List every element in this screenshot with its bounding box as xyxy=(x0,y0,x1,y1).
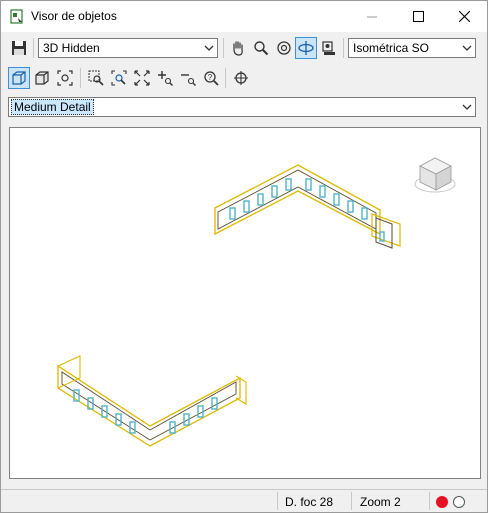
toolbar-separator xyxy=(33,38,34,58)
status-separator xyxy=(351,492,352,510)
record-indicator[interactable] xyxy=(436,496,448,508)
toolbar-separator xyxy=(225,68,226,88)
zoom-icon xyxy=(254,41,269,56)
chevron-down-icon xyxy=(462,104,472,110)
visual-style-value: 3D Hidden xyxy=(43,41,100,55)
zoom-window-button[interactable] xyxy=(85,67,107,89)
zoom-in-icon xyxy=(158,71,173,86)
detail-level-value: Medium Detail xyxy=(11,99,94,115)
status-separator xyxy=(429,492,430,510)
toolbar-separator xyxy=(223,38,224,58)
zoom-out-button[interactable] xyxy=(177,67,199,89)
zoom-fit-button[interactable] xyxy=(54,67,76,89)
toolbar-separator xyxy=(80,68,81,88)
zoom-object-icon xyxy=(277,41,291,55)
zoom-previous-icon: ? xyxy=(204,71,219,86)
save-icon xyxy=(12,41,26,55)
orbit-icon xyxy=(298,41,314,55)
focal-distance-label: D. foc 28 xyxy=(285,495,334,509)
window-title: Visor de objetos xyxy=(31,9,117,23)
zoom-previous-button[interactable]: ? xyxy=(200,67,222,89)
camera-button[interactable] xyxy=(318,37,340,59)
minimize-icon xyxy=(367,16,377,17)
shaded-cube-icon xyxy=(35,71,49,85)
view-toolbar: ? xyxy=(1,65,487,91)
main-toolbar: 3D Hidden Isométrica SO xyxy=(1,35,487,61)
chevron-down-icon xyxy=(462,45,472,51)
stop-indicator[interactable] xyxy=(453,496,465,508)
pan-button[interactable] xyxy=(227,37,249,59)
minimize-button[interactable] xyxy=(349,1,395,32)
wall-assembly-lower xyxy=(57,355,247,447)
zoom-extents-button[interactable] xyxy=(131,67,153,89)
detail-level-select[interactable]: Medium Detail xyxy=(8,97,476,117)
pan-hand-icon xyxy=(233,41,243,56)
wireframe-cube-icon xyxy=(12,71,26,85)
zoom-in-button[interactable] xyxy=(154,67,176,89)
view-value: Isométrica SO xyxy=(353,41,430,55)
status-bar: D. foc 28 Zoom 2 xyxy=(1,489,487,513)
svg-text:?: ? xyxy=(208,73,213,82)
model-canvas xyxy=(57,157,456,447)
shaded-button[interactable] xyxy=(31,67,53,89)
status-separator xyxy=(277,492,278,510)
view-select[interactable]: Isométrica SO xyxy=(348,38,476,58)
zoom-window-icon xyxy=(88,70,104,86)
wireframe-button[interactable] xyxy=(8,67,30,89)
chevron-down-icon xyxy=(204,45,214,51)
wall-assembly-upper xyxy=(214,164,401,249)
3d-viewport[interactable] xyxy=(9,127,481,479)
maximize-button[interactable] xyxy=(395,1,441,32)
zoom-out-icon xyxy=(181,74,196,86)
save-button[interactable] xyxy=(8,37,30,59)
object-viewer-window: Visor de objetos 3D Hidden Isométrica SO… xyxy=(0,0,488,513)
title-bar: Visor de objetos xyxy=(1,1,487,32)
close-button[interactable] xyxy=(441,1,487,32)
target-icon xyxy=(234,71,248,85)
visual-style-select[interactable]: 3D Hidden xyxy=(38,38,218,58)
zoom-object-button[interactable] xyxy=(273,37,295,59)
zoom-level-label: Zoom 2 xyxy=(360,495,401,509)
zoom-region-button[interactable] xyxy=(108,67,130,89)
toolbar-separator xyxy=(343,38,344,58)
camera-icon xyxy=(322,41,335,55)
zoom-fit-icon xyxy=(57,70,73,86)
zoom-region-icon xyxy=(111,70,127,86)
app-icon xyxy=(10,9,24,24)
zoom-extents-icon xyxy=(134,70,150,86)
zoom-button[interactable] xyxy=(250,37,272,59)
orbit-button[interactable] xyxy=(295,37,317,59)
close-icon xyxy=(458,11,470,22)
viewcube-icon[interactable] xyxy=(414,157,456,193)
target-button[interactable] xyxy=(230,67,252,89)
maximize-icon xyxy=(412,11,424,22)
